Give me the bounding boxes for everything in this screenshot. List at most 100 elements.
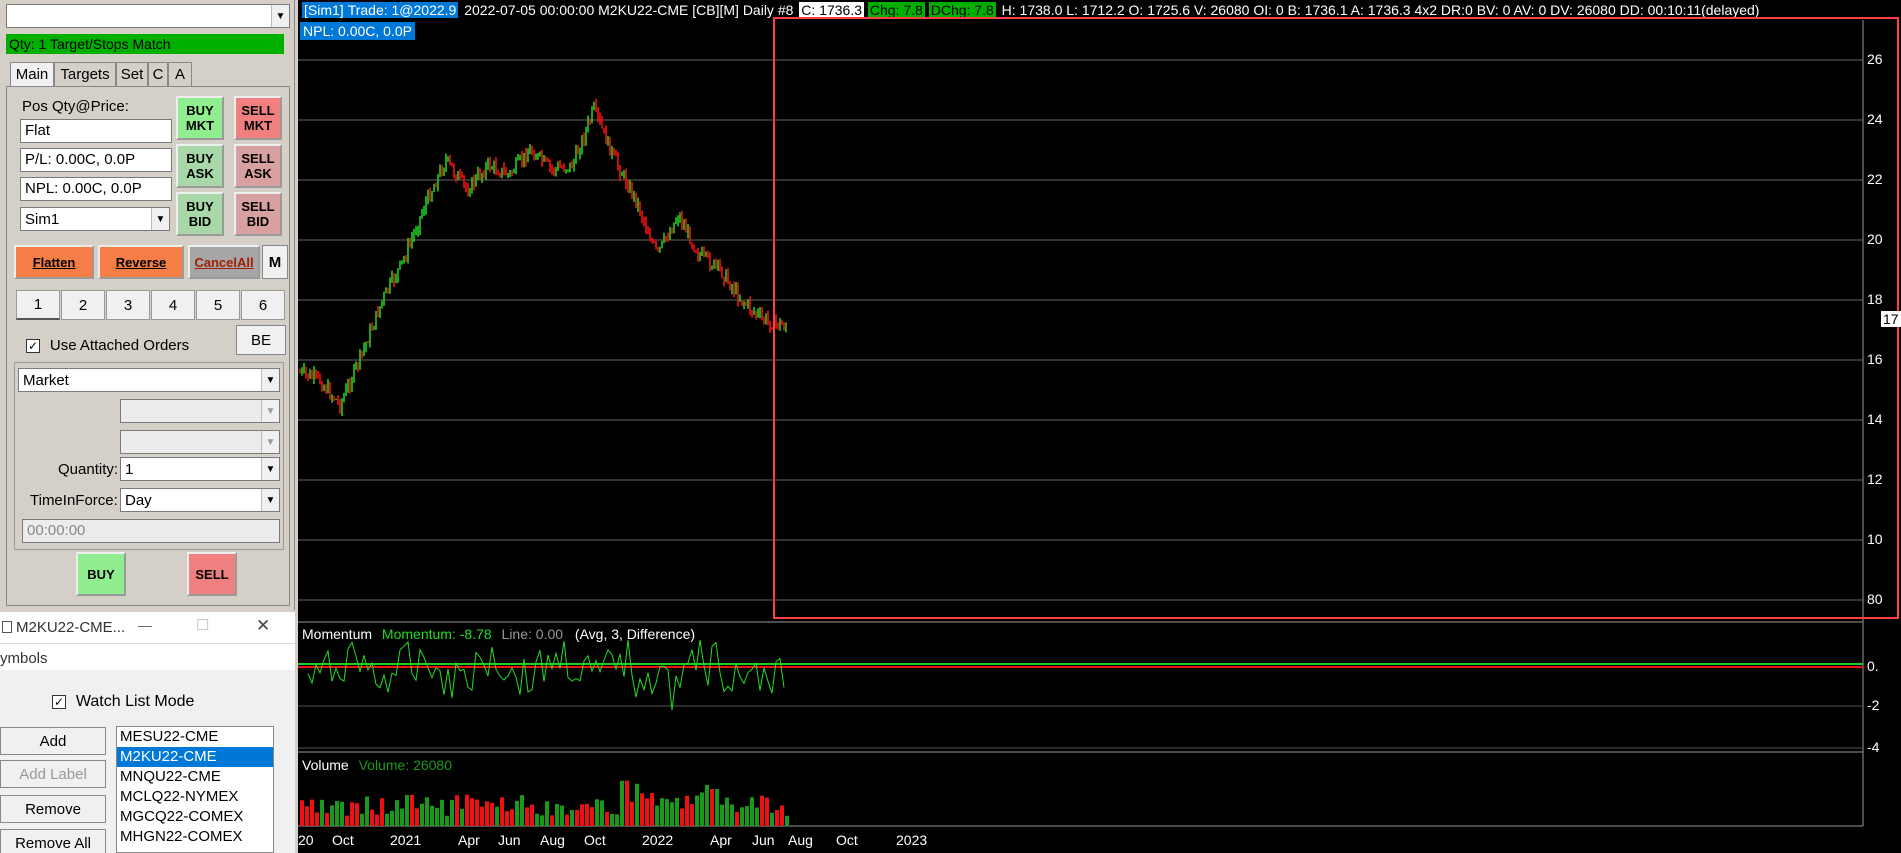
watch-list-mode-checkbox[interactable]: ✓ Watch List Mode <box>52 693 194 711</box>
button-label: Reverse <box>115 254 167 270</box>
symbol-list[interactable]: MESU22-CME M2KU22-CME MNQU22-CME MCLQ22-NYM… <box>116 726 274 853</box>
watchlist-window: M2KU22-CME... — ☐ ✕ ymbols ✓ Watch List … <box>0 612 295 853</box>
volume-bar <box>600 800 604 826</box>
y-tick-label: 20 <box>1867 231 1883 247</box>
volume-bar <box>410 794 414 826</box>
volume-bar <box>510 809 514 826</box>
sell-ask-button[interactable]: SELL ASK <box>234 144 282 188</box>
x-tick-label: Oct <box>836 832 858 848</box>
chevron-down-icon[interactable]: ▼ <box>261 369 279 391</box>
sell-bid-button[interactable]: SELL BID <box>234 192 282 236</box>
y-tick-label: 80 <box>1867 591 1883 607</box>
volume-bar <box>645 798 649 826</box>
chart-canvas[interactable] <box>298 0 1901 853</box>
order-type-select[interactable]: Market ▼ <box>18 368 280 392</box>
tab-set[interactable]: Set <box>116 62 148 86</box>
cancel-all-button[interactable]: CancelAll <box>188 245 260 279</box>
volume-bar <box>780 805 784 826</box>
time-field[interactable]: 00:00:00 <box>22 519 280 543</box>
chevron-down-icon[interactable]: ▼ <box>151 208 169 230</box>
preset-tab-3[interactable]: 3 <box>106 290 150 320</box>
volume-bar <box>520 795 524 826</box>
tab-targets[interactable]: Targets <box>54 62 116 86</box>
minimize-icon[interactable]: — <box>138 617 152 633</box>
tab-c[interactable]: C <box>148 62 168 86</box>
remove-button[interactable]: Remove <box>0 795 106 823</box>
volume-bar <box>505 811 509 826</box>
quantity-value: 1 <box>125 460 134 478</box>
m-button[interactable]: M <box>262 245 288 279</box>
volume-bar <box>310 799 314 826</box>
volume-bar <box>670 802 674 826</box>
buy-mkt-button[interactable]: BUY MKT <box>176 96 224 140</box>
momentum-value: Momentum: -8.78 <box>381 626 492 642</box>
tab-main[interactable]: Main <box>10 62 54 86</box>
volume-bar <box>440 799 444 826</box>
x-tick-label: Oct <box>332 832 354 848</box>
volume-bar <box>765 797 769 826</box>
price-select-1[interactable]: ▼ <box>120 399 280 423</box>
remove-all-button[interactable]: Remove All <box>0 829 106 853</box>
chevron-down-icon[interactable]: ▼ <box>261 400 279 422</box>
x-tick-label: Aug <box>540 832 565 848</box>
add-button[interactable]: Add <box>0 727 106 755</box>
be-button[interactable]: BE <box>236 325 286 355</box>
account-select[interactable]: Sim1 ▼ <box>20 207 170 231</box>
momentum-params: (Avg, 3, Difference) <box>574 626 696 642</box>
volume-bar <box>750 797 754 826</box>
symbol-list-item[interactable]: MNQU22-CME <box>117 767 273 787</box>
maximize-icon[interactable]: ☐ <box>196 616 209 634</box>
volume-bar <box>665 799 669 826</box>
add-label-button[interactable]: Add Label <box>0 760 106 788</box>
top-combo[interactable]: ▼ <box>6 4 290 28</box>
symbol-list-item[interactable]: MGCQ22-COMEX <box>117 807 273 827</box>
chevron-down-icon[interactable]: ▼ <box>261 458 279 480</box>
symbol-list-item[interactable]: MCLQ22-NYMEX <box>117 787 273 807</box>
preset-tab-4[interactable]: 4 <box>151 290 195 320</box>
quantity-select[interactable]: 1 ▼ <box>120 457 280 481</box>
preset-tab-1[interactable]: 1 <box>16 290 60 320</box>
symbol-list-item[interactable]: M2KU22-CME <box>117 747 273 767</box>
preset-tab-2[interactable]: 2 <box>61 290 105 320</box>
preset-tab-6[interactable]: 6 <box>241 290 285 320</box>
y-tick-label: 10 <box>1867 531 1883 547</box>
use-attached-checkbox[interactable]: ✓ Use Attached Orders <box>26 337 189 354</box>
sell-button[interactable]: SELL <box>187 552 237 596</box>
tif-select[interactable]: Day ▼ <box>120 488 280 512</box>
selection-box <box>773 17 1899 619</box>
button-label: M <box>268 253 282 271</box>
use-attached-label: Use Attached Orders <box>49 337 190 354</box>
sell-mkt-button[interactable]: SELL MKT <box>234 96 282 140</box>
tab-label: A <box>174 66 185 83</box>
pl-field: P/L: 0.00C, 0.0P <box>20 148 172 172</box>
volume-bar <box>610 813 614 826</box>
reverse-button[interactable]: Reverse <box>98 245 184 279</box>
button-label: Flatten <box>32 254 76 270</box>
tab-label: Main <box>15 66 49 83</box>
tab-label: Targets <box>60 66 110 83</box>
button-label: Remove <box>25 800 81 818</box>
chevron-down-icon[interactable]: ▼ <box>261 489 279 511</box>
volume-bar <box>455 795 459 826</box>
tab-a[interactable]: A <box>168 62 192 86</box>
close-icon[interactable]: ✕ <box>256 616 270 636</box>
momentum-y-label: -2 <box>1867 697 1880 713</box>
symbol-list-item[interactable]: MESU22-CME <box>117 727 273 747</box>
volume-bar <box>445 815 449 826</box>
volume-bar <box>375 814 379 826</box>
price-select-2[interactable]: ▼ <box>120 430 280 454</box>
buy-ask-button[interactable]: BUY ASK <box>176 144 224 188</box>
volume-bar <box>525 807 529 826</box>
volume-bar <box>330 805 334 826</box>
chevron-down-icon[interactable]: ▼ <box>271 5 289 27</box>
buy-bid-button[interactable]: BUY BID <box>176 192 224 236</box>
flatten-button[interactable]: Flatten <box>14 245 94 279</box>
symbol-list-item[interactable]: MHGN22-COMEX <box>117 827 273 847</box>
price-chart[interactable]: [Sim1] Trade: 1@2022.9 2022-07-05 00:00:0… <box>298 0 1901 853</box>
preset-tab-5[interactable]: 5 <box>196 290 240 320</box>
y-tick-label: 14 <box>1867 411 1883 427</box>
buy-button[interactable]: BUY <box>76 552 126 596</box>
pos-label: Pos Qty@Price: <box>22 98 129 115</box>
volume-bar <box>615 814 619 826</box>
chevron-down-icon[interactable]: ▼ <box>261 431 279 453</box>
